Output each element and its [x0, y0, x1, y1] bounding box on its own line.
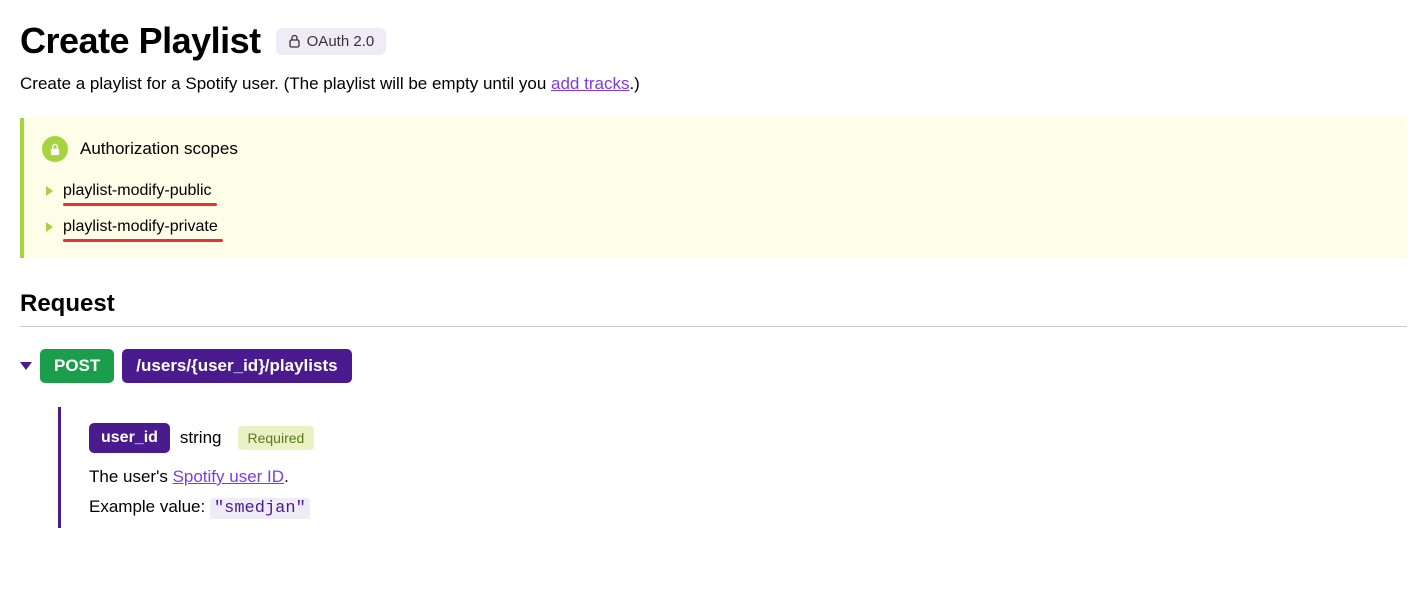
add-tracks-link[interactable]: add tracks [551, 74, 629, 93]
annotation-underline [63, 203, 217, 206]
auth-title: Authorization scopes [80, 139, 238, 159]
page-header: Create Playlist OAuth 2.0 [20, 20, 1407, 62]
parameter-block: user_id string Required The user's Spoti… [58, 407, 1407, 528]
param-name-badge: user_id [89, 423, 170, 453]
scope-label: playlist-modify-public [63, 182, 212, 200]
spotify-user-id-link[interactable]: Spotify user ID [173, 467, 285, 486]
example-label: Example value: [89, 497, 210, 516]
param-example: Example value: "smedjan" [89, 497, 1407, 518]
param-type: string [180, 428, 222, 448]
example-value: "smedjan" [210, 498, 310, 519]
scope-item-public[interactable]: playlist-modify-public [46, 182, 1387, 200]
scope-item-private[interactable]: playlist-modify-private [46, 218, 1387, 236]
page-title: Create Playlist [20, 20, 261, 62]
oauth-badge: OAuth 2.0 [276, 28, 387, 55]
param-description: The user's Spotify user ID. [89, 467, 1407, 487]
endpoint-path-badge: /users/{user_id}/playlists [122, 349, 351, 383]
annotation-underline [63, 239, 223, 242]
collapse-icon[interactable] [20, 362, 32, 370]
param-desc-suffix: . [284, 467, 289, 486]
expand-icon [46, 186, 53, 196]
lock-icon [288, 34, 301, 48]
request-heading: Request [20, 290, 1407, 318]
param-header: user_id string Required [89, 423, 1407, 453]
param-desc-prefix: The user's [89, 467, 173, 486]
scope-label: playlist-modify-private [63, 218, 218, 236]
desc-prefix: Create a playlist for a Spotify user. (T… [20, 74, 551, 93]
required-badge: Required [238, 426, 315, 450]
authorization-scopes-box: Authorization scopes playlist-modify-pub… [20, 118, 1407, 258]
desc-suffix: .) [629, 74, 639, 93]
auth-header: Authorization scopes [42, 136, 1387, 162]
expand-icon [46, 222, 53, 232]
http-method-badge: POST [40, 349, 114, 383]
page-description: Create a playlist for a Spotify user. (T… [20, 74, 1407, 94]
lock-circle-icon [42, 136, 68, 162]
oauth-badge-text: OAuth 2.0 [307, 33, 375, 50]
section-divider [20, 326, 1407, 327]
endpoint-row: POST /users/{user_id}/playlists [20, 349, 1407, 383]
